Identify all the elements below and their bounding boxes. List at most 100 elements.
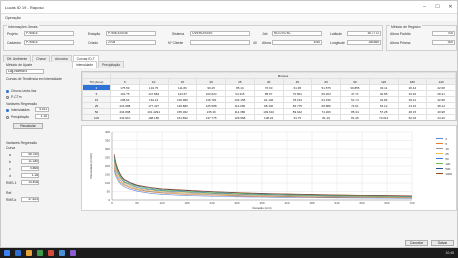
radio-intensidades[interactable]: Intensidades	[6, 108, 30, 112]
table-cell[interactable]: 128.697	[226, 121, 255, 122]
recalcular-button[interactable]: Recalcular	[13, 123, 43, 129]
chart-legend: 2 5 10 25 50 100 500 1000	[436, 136, 452, 176]
projeto-label: Projeto	[7, 32, 18, 36]
table-cell[interactable]: 48.02	[427, 121, 456, 122]
radio-on-icon	[6, 108, 9, 112]
table-row[interactable]: 500262.261207.089171.793147.395128.69711…	[83, 121, 456, 122]
intensidades-field[interactable]: 4.011	[35, 107, 49, 112]
start-icon[interactable]	[4, 250, 10, 256]
param-rms-field[interactable]: 14.408	[21, 180, 39, 185]
sistema-field[interactable]: OVERCROSS	[190, 31, 250, 36]
taskbar-app-icon[interactable]	[59, 250, 65, 256]
longitude-field[interactable]: -58.660	[347, 40, 381, 45]
subtab-precipitacao[interactable]: Precipitação	[98, 61, 125, 68]
radio-precipitacao-label: Precipitação	[11, 115, 30, 119]
x-tick-label: 0	[111, 201, 113, 205]
idt-grid: Minutos TR (Anos) 5 10 15 20 25 30 45 60 90 120 18…	[82, 72, 456, 122]
table-cell[interactable]: 147.395	[197, 121, 226, 122]
y-tick-label: 400	[105, 130, 110, 134]
method-select[interactable]: Log-Normal II	[6, 69, 44, 74]
x-tick-label: 300	[234, 201, 239, 205]
save-button[interactable]: Salvar	[431, 240, 454, 246]
criado-field[interactable]: 2708	[106, 40, 156, 45]
legend-label: 50	[445, 156, 449, 161]
cadastro-field[interactable]: P-906-5	[24, 40, 74, 45]
table-cell[interactable]: 207.089	[139, 121, 168, 122]
taxa-field[interactable]: 6.60	[272, 40, 322, 45]
table-cell[interactable]: 116.840	[254, 121, 283, 122]
altura-prisma-field[interactable]: 300	[432, 40, 455, 45]
cadastro-label: Cadastro	[7, 41, 21, 45]
taxa-label: Altura	[262, 41, 271, 45]
table-cell[interactable]: 171.793	[168, 121, 197, 122]
menu-item-operacao[interactable]: Operação	[5, 16, 21, 20]
legend-label: 25	[445, 151, 449, 156]
table-cell[interactable]: 97.61	[283, 121, 312, 122]
param-rms-label: RMS-1	[6, 181, 17, 185]
legend-label: 2	[445, 136, 447, 141]
altura-padrao-label: Altura Padrão	[390, 32, 411, 36]
registro-group: Método de Registro Altura Padrão 700 Alt…	[386, 25, 457, 51]
projeto-field[interactable]: P-906-5	[24, 31, 74, 36]
param-a-field[interactable]: 46.760	[21, 152, 39, 157]
radio-pctm-label: P-CTm	[11, 95, 22, 99]
tab-chave[interactable]: Chave	[32, 55, 50, 62]
table-cell[interactable]: 262.261	[111, 121, 140, 122]
legend-label: 1000	[445, 171, 452, 176]
job-field[interactable]: RD-07074C	[272, 31, 322, 36]
radio-pctm[interactable]: P-CTm	[6, 95, 21, 99]
altura-label: 40	[253, 41, 257, 45]
ref-label: Ref.	[6, 191, 13, 195]
x-tick-label: 60	[135, 201, 139, 205]
x-tick-label: 360	[259, 201, 264, 205]
legend-label: 5	[445, 141, 447, 146]
x-axis-label: Duração (min)	[252, 206, 271, 210]
taskbar-app-icon[interactable]	[70, 250, 76, 256]
menu-bar: Operação	[1, 14, 457, 21]
app-window: Lucas ID 19 - Raposo – ☐ ✕ Operação Info…	[0, 0, 458, 248]
subtab-intensidade[interactable]: Intensidade	[72, 61, 98, 68]
cancel-button[interactable]: Cancelar	[405, 240, 428, 246]
tab-dif-ambiente[interactable]: Dif. Ambiente	[3, 55, 32, 62]
legend-label: 100	[445, 161, 451, 166]
params-label: Variáveis Regressão	[6, 141, 38, 145]
legend-swatch	[436, 158, 444, 159]
idt-chart: 0 50 100 150 200 250 300 350 400 0 60 120 180 240 300 3…	[81, 125, 457, 211]
y-tick-label: 50	[107, 190, 111, 194]
altura-padrao-field[interactable]: 700	[432, 31, 455, 36]
minimize-icon[interactable]: –	[418, 4, 431, 10]
table-cell[interactable]: 57.52	[398, 121, 427, 122]
rmsk-field[interactable]: 37.623	[21, 197, 39, 202]
taskbar-app-icon[interactable]	[37, 250, 43, 256]
precipitacao-field[interactable]: 1.16	[35, 114, 49, 119]
table-row-header[interactable]: 500	[83, 121, 111, 122]
taskbar-app-icon[interactable]	[48, 250, 54, 256]
table-cell[interactable]: 78.32	[369, 121, 398, 122]
job-label: Job	[262, 32, 268, 36]
n-cliente-field[interactable]	[190, 40, 250, 45]
x-tick-label: 420	[284, 201, 289, 205]
params-sub-label: Curva	[6, 146, 16, 150]
close-icon[interactable]: ✕	[444, 4, 457, 10]
radio-chuva[interactable]: Chuva-Lenta-Vaz	[6, 89, 36, 93]
taskbar-app-icon[interactable]	[26, 250, 32, 256]
param-c-field[interactable]: 0.865	[21, 166, 39, 171]
legend-swatch	[436, 148, 444, 149]
radio-precipitacao[interactable]: Precipitação	[6, 115, 29, 119]
registro-title: Método de Registro	[390, 25, 422, 29]
table-cell[interactable]: 84.770	[312, 121, 341, 122]
radio-chuva-label: Chuva-Lenta-Vaz	[11, 89, 37, 93]
radio-off-icon	[6, 95, 9, 99]
tab-amostra[interactable]: Amostra	[50, 55, 72, 62]
taskbar-app-icon[interactable]	[15, 250, 21, 256]
radio-on-icon	[6, 89, 9, 93]
param-b-field[interactable]: 11.180	[21, 159, 39, 164]
window-controls: – ☐ ✕	[418, 4, 457, 10]
criado-label: Criado	[88, 41, 98, 45]
maximize-icon[interactable]: ☐	[431, 4, 444, 10]
param-d-field[interactable]: 1.18	[21, 173, 39, 178]
taskbar: 10:45	[0, 248, 458, 258]
estacao-field[interactable]: P-906-5-0035	[106, 31, 156, 36]
latitude-field[interactable]: 30.7772	[347, 31, 381, 36]
table-cell[interactable]: 89.370	[341, 121, 370, 122]
